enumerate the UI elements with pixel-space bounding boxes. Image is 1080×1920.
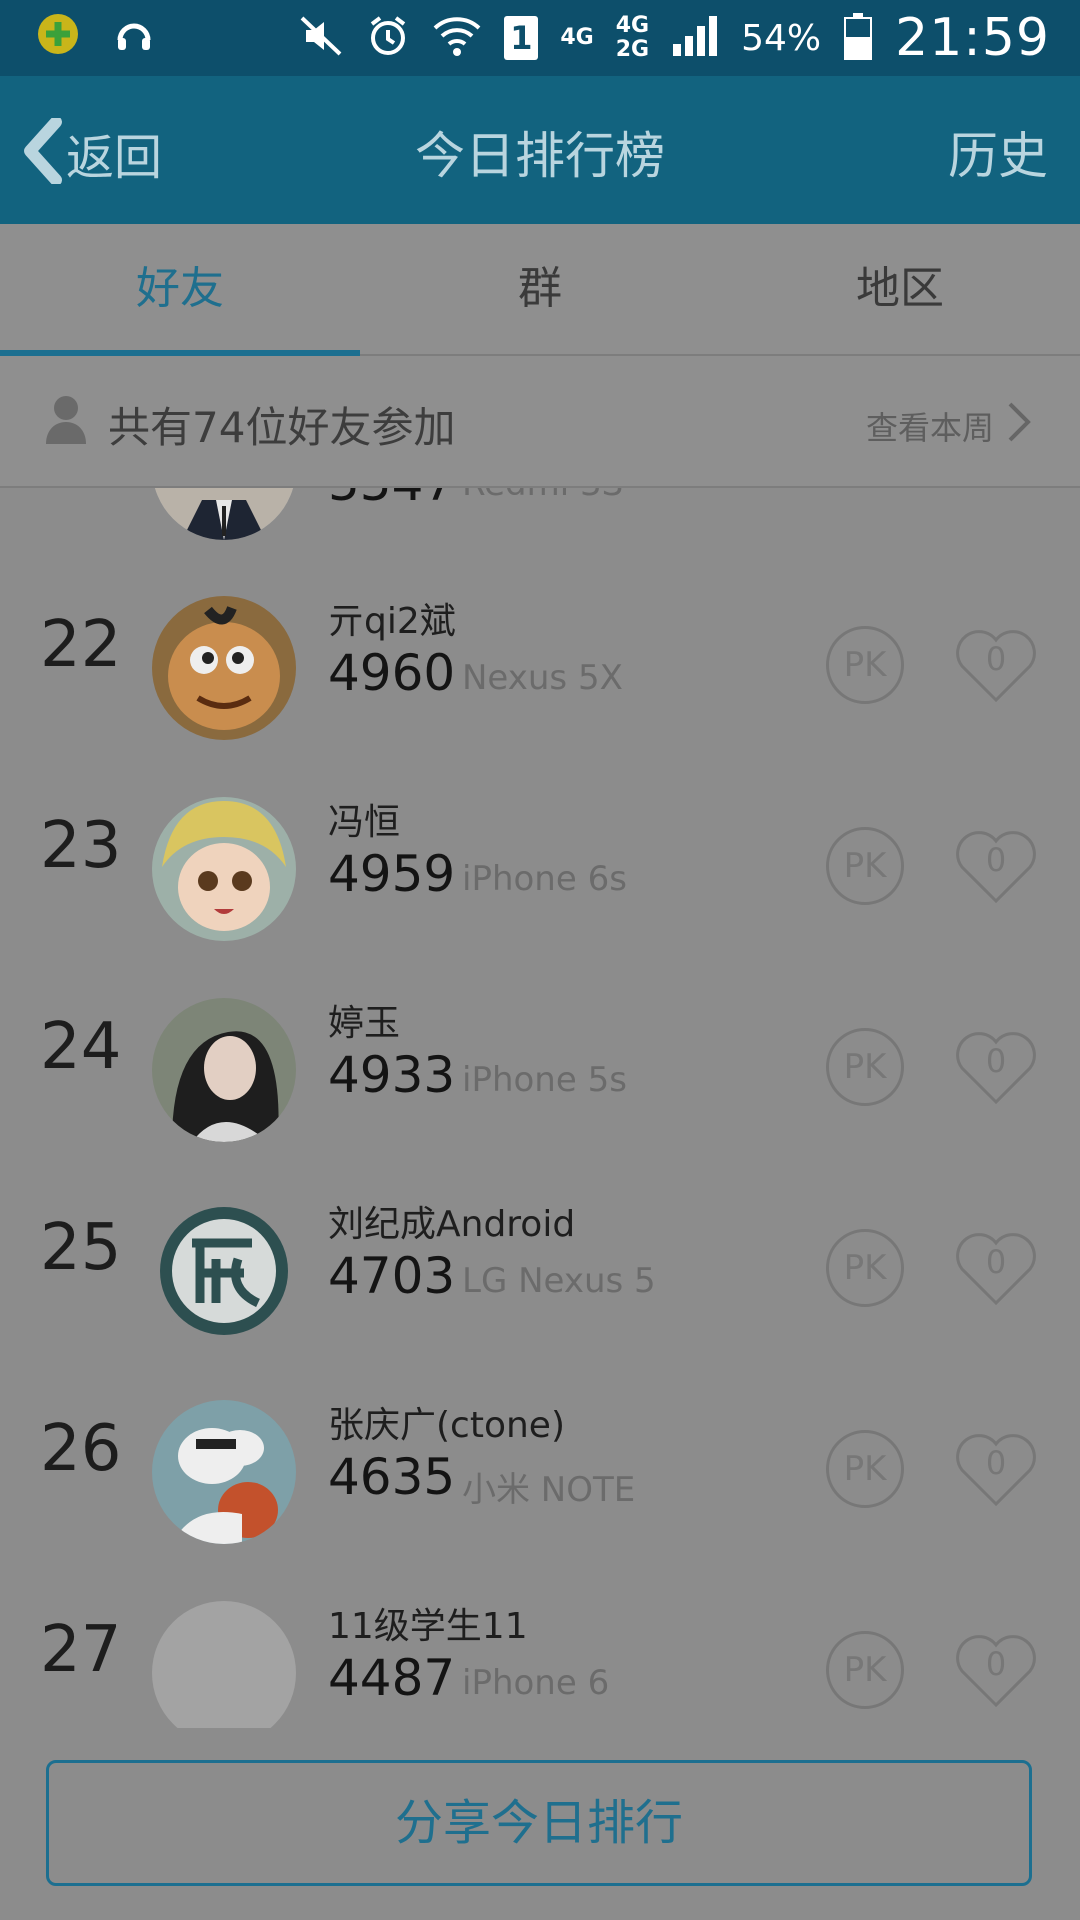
pk-button[interactable]: PK [826, 1229, 904, 1307]
list-item[interactable]: 24 婷玉 4933 iPhone 5s PK 0 [0, 970, 1080, 1170]
status-bar: 1 4G 4G 2G 54% 21:59 [0, 0, 1080, 76]
rank-number: 26 [40, 1412, 122, 1486]
like-button[interactable]: 0 [954, 1432, 1038, 1508]
device-name: Redmi 3S [462, 488, 623, 504]
avatar [152, 1400, 296, 1544]
wifi-icon [432, 14, 482, 62]
tab-friends[interactable]: 好友 [0, 224, 360, 356]
like-count: 0 [985, 1042, 1007, 1080]
like-count: 0 [985, 640, 1007, 678]
device-name: 小米 NOTE [462, 1470, 636, 1510]
player-name: 刘纪成Android [328, 1204, 576, 1245]
device-name: LG Nexus 5 [462, 1261, 656, 1301]
tab-bar: 好友 群 地区 [0, 224, 1080, 356]
clock: 21:59 [895, 8, 1050, 68]
like-button[interactable]: 0 [954, 1231, 1038, 1307]
avatar [152, 1601, 296, 1728]
pk-button[interactable]: PK [826, 626, 904, 704]
tab-region[interactable]: 地区 [720, 224, 1080, 354]
rank-number: 22 [40, 608, 122, 682]
avatar [152, 797, 296, 941]
person-icon [44, 394, 88, 448]
device-name: iPhone 6s [462, 859, 627, 899]
pk-button[interactable]: PK [826, 1028, 904, 1106]
like-count: 0 [985, 1645, 1007, 1683]
history-button[interactable]: 历史 [948, 116, 1048, 188]
player-name: 婷玉 [328, 1003, 401, 1044]
like-button[interactable]: 0 [954, 1030, 1038, 1106]
score: 4960 [328, 644, 456, 702]
like-button[interactable]: 0 [954, 628, 1038, 704]
participants-count-text: 共有74位好友参加 [108, 403, 456, 452]
player-name: 亓qi2斌 [328, 601, 456, 642]
alarm-icon [366, 14, 410, 62]
rank-number: 24 [40, 1010, 122, 1084]
list-item[interactable]: 27 11级学生11 4487 iPhone 6 PK 0 [0, 1573, 1080, 1728]
like-button[interactable]: 0 [954, 1633, 1038, 1709]
score: 5547 [328, 488, 455, 512]
like-count: 0 [985, 1444, 1007, 1482]
pk-button[interactable]: PK [826, 827, 904, 905]
score: 4487 [328, 1649, 456, 1707]
headphones-icon [114, 14, 154, 58]
rank-number: 23 [40, 809, 122, 883]
participants-bar: 共有74位好友参加 查看本周 [0, 356, 1080, 488]
avatar [152, 1199, 296, 1343]
list-item[interactable]: 5547 Redmi 3S [0, 488, 1080, 568]
rank-number: 25 [40, 1211, 122, 1285]
security-app-icon [36, 12, 80, 60]
share-ranking-button[interactable]: 分享今日排行 [46, 1760, 1032, 1886]
player-name: 张庆广(ctone) [328, 1405, 565, 1446]
like-button[interactable]: 0 [954, 829, 1038, 905]
page-title: 今日排行榜 [415, 127, 665, 185]
mute-icon [298, 14, 344, 62]
like-count: 0 [985, 841, 1007, 879]
network-4g-label: 4G [560, 25, 594, 50]
signal-icon [671, 14, 719, 62]
player-name: 11级学生11 [328, 1606, 528, 1647]
score: 4933 [328, 1046, 456, 1104]
dual-network-indicator: 4G 2G [615, 13, 650, 62]
device-name: iPhone 5s [462, 1060, 627, 1100]
view-week-link[interactable]: 查看本周 [866, 400, 1032, 452]
tab-groups[interactable]: 群 [360, 224, 720, 354]
score: 4635 [328, 1448, 456, 1506]
avatar [152, 998, 296, 1142]
list-item[interactable]: 25 刘纪成Android 4703 LG Nexus 5 PK 0 [0, 1171, 1080, 1371]
leaderboard-list[interactable]: 5547 Redmi 3S 22 亓qi2斌 4960 Nexus 5X PK … [0, 488, 1080, 1728]
list-item[interactable]: 23 冯恒 4959 iPhone 6s PK 0 [0, 769, 1080, 969]
battery-percent: 54% [741, 17, 822, 59]
app-header: 返回 今日排行榜 历史 [0, 76, 1080, 224]
battery-icon [843, 11, 873, 65]
sim-slot-icon: 1 [504, 16, 539, 60]
avatar [152, 488, 296, 540]
like-count: 0 [985, 1243, 1007, 1281]
pk-button[interactable]: PK [826, 1430, 904, 1508]
player-name: 冯恒 [328, 802, 401, 843]
list-item[interactable]: 22 亓qi2斌 4960 Nexus 5X PK 0 [0, 568, 1080, 768]
score: 4703 [328, 1247, 456, 1305]
avatar [152, 596, 296, 740]
device-name: Nexus 5X [462, 658, 623, 698]
score: 4959 [328, 845, 456, 903]
view-week-label: 查看本周 [865, 409, 994, 447]
chevron-right-icon [1006, 400, 1032, 452]
device-name: iPhone 6 [462, 1663, 610, 1703]
list-item[interactable]: 26 张庆广(ctone) 4635 小米 NOTE PK 0 [0, 1372, 1080, 1572]
pk-button[interactable]: PK [826, 1631, 904, 1709]
rank-number: 27 [40, 1613, 122, 1687]
